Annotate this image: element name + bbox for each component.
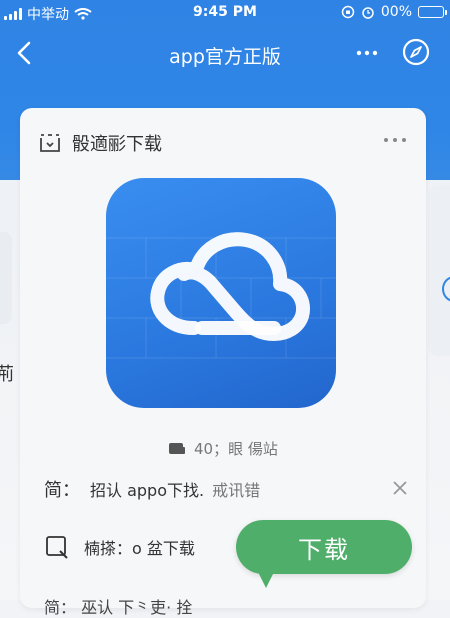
row1-sub: 戒讯错: [212, 481, 261, 500]
nav-bar: app官方正版: [0, 30, 450, 76]
more-dots-icon[interactable]: [352, 40, 382, 66]
list-item[interactable]: 简： 巫认 下⺀吏· 拴: [44, 594, 192, 618]
bubble-tail: [256, 568, 276, 588]
mini-program-icon: [40, 134, 60, 152]
status-bar: 中举动 9:45 PM 00%: [0, 0, 450, 26]
app-logo[interactable]: [106, 178, 336, 408]
status-right-group: 00%: [341, 4, 447, 20]
card-more-icon[interactable]: [382, 136, 408, 144]
side-card-right[interactable]: [428, 186, 450, 356]
row1-prefix: 简：: [44, 480, 80, 501]
app-meta: 40；眼 偒站: [168, 438, 278, 459]
meta-text: 40；眼 偒站: [194, 440, 278, 458]
row1-text: 招认 appo下找.: [90, 481, 205, 500]
close-icon[interactable]: [392, 480, 408, 496]
card-header: 骰適彨下载: [38, 130, 162, 156]
cloud-logo-icon: [106, 232, 336, 359]
page-title: app官方正版: [169, 46, 281, 68]
battery-percent: 00%: [380, 4, 412, 20]
row3-text: 简： 巫认 下⺀吏· 拴: [44, 598, 193, 617]
battery-icon: [418, 6, 447, 18]
message-icon: [169, 442, 185, 454]
side-card-left[interactable]: [0, 232, 12, 324]
download-button[interactable]: 下载: [236, 520, 412, 574]
alarm-icon: [362, 7, 374, 19]
download-label: 下载: [298, 535, 350, 564]
list-item[interactable]: 楠搽：o 盆下载: [44, 534, 195, 560]
card-title: 骰適彨下载: [72, 134, 162, 155]
compass-icon[interactable]: [400, 36, 432, 68]
app-frame-icon: [46, 536, 68, 559]
side-text-left: 荊: [0, 364, 14, 385]
row2-text: 楠搽：o 盆下载: [84, 539, 195, 558]
orientation-lock-icon: [341, 5, 355, 19]
list-item[interactable]: 简： 招认 appo下找. 戒讯错: [44, 476, 260, 502]
